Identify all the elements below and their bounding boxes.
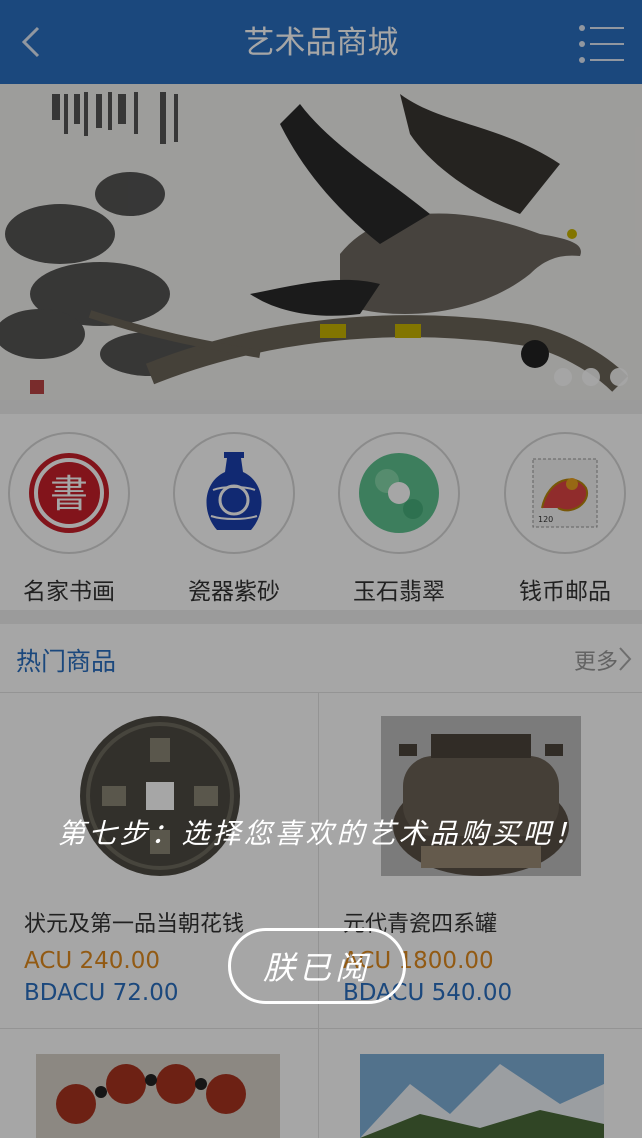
- acknowledge-button[interactable]: 朕已阅: [228, 928, 406, 1004]
- tutorial-guide-text: 第七步：选择您喜欢的艺术品购买吧！: [57, 817, 585, 850]
